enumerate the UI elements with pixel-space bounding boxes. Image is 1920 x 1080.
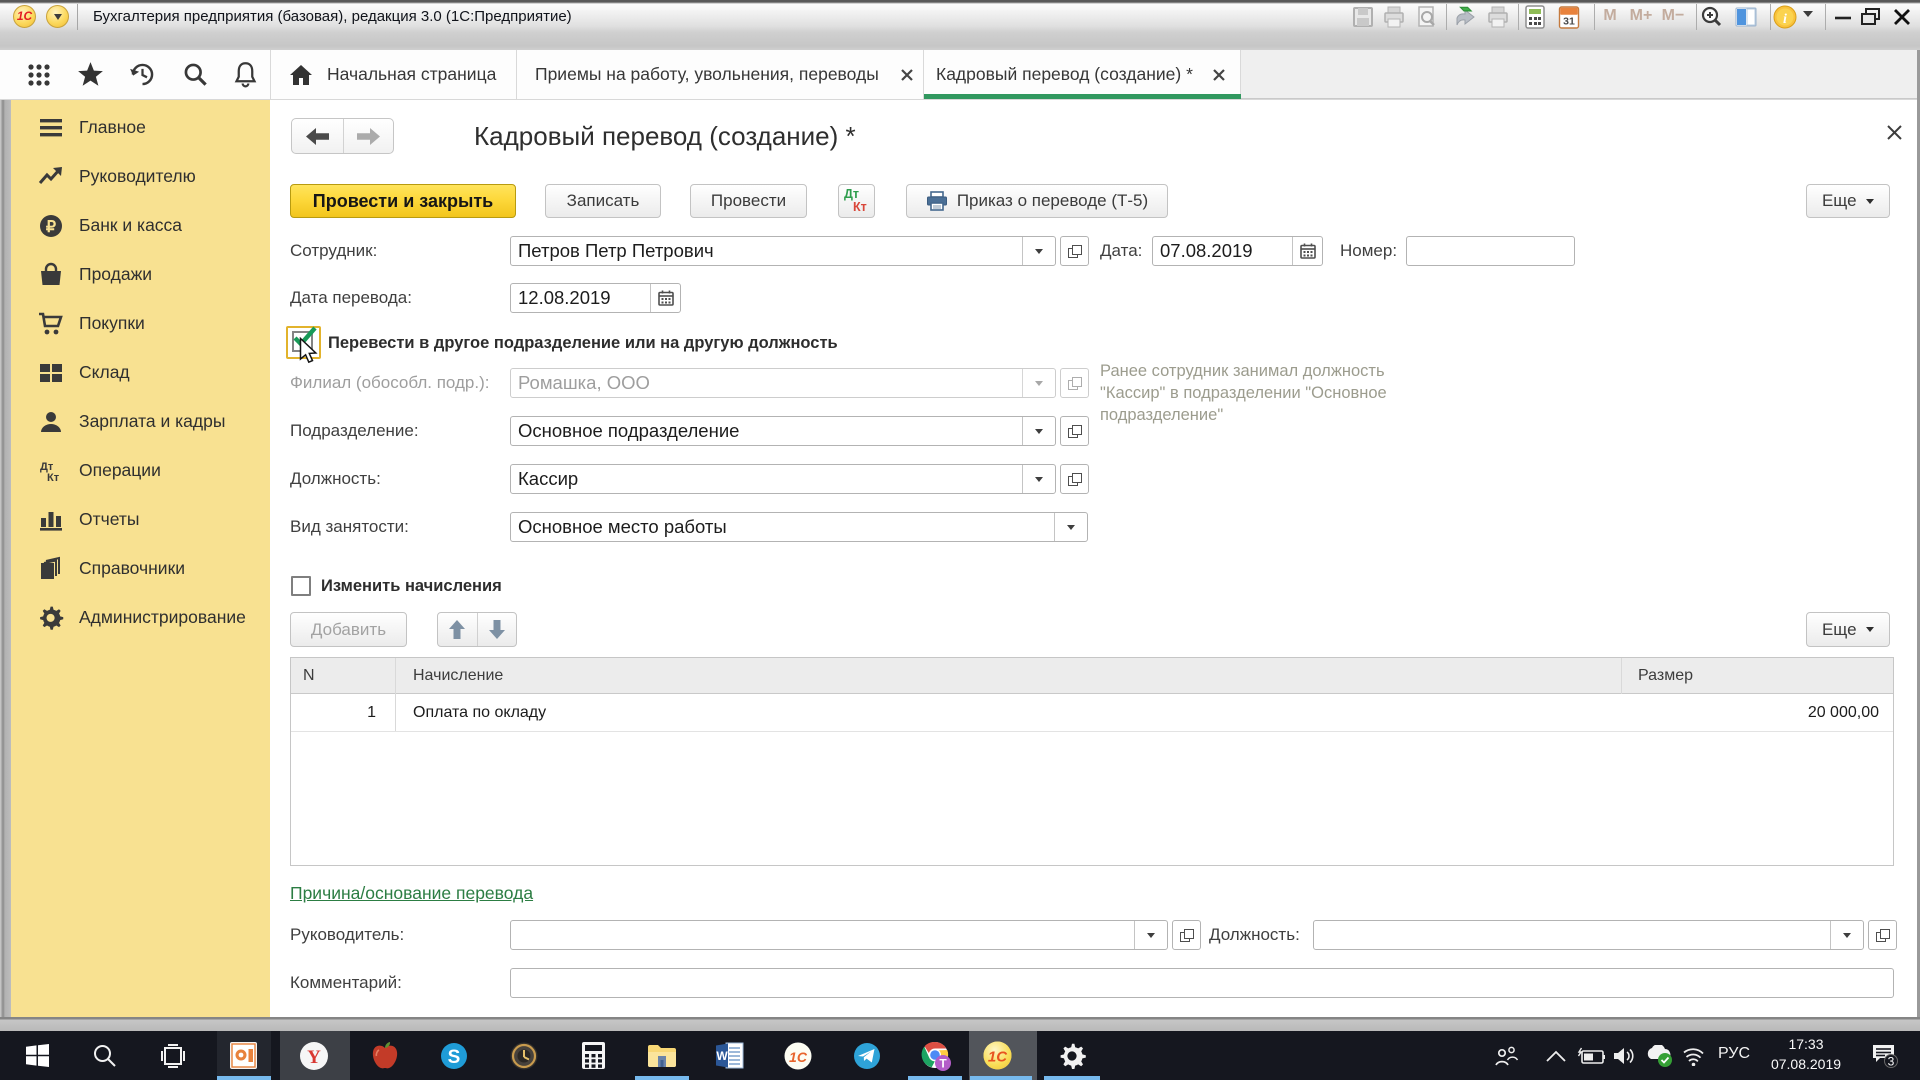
svg-text:T: T [939, 1057, 947, 1071]
svg-text:Y: Y [307, 1047, 321, 1068]
svg-text:1С: 1С [988, 1049, 1008, 1066]
svg-text:Кт: Кт [47, 472, 60, 484]
svg-text:3: 3 [1888, 1055, 1895, 1069]
svg-text:S: S [448, 1047, 461, 1068]
svg-text:i: i [1783, 12, 1787, 27]
svg-text:1С: 1С [789, 1049, 808, 1065]
svg-text:W: W [716, 1049, 728, 1063]
svg-text:31: 31 [1563, 16, 1575, 28]
svg-text:₽: ₽ [46, 219, 56, 236]
